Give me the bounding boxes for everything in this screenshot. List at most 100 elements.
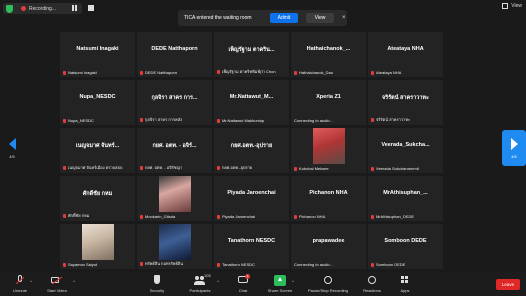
pause-stop-recording-button[interactable]: Pause/Stop Recording bbox=[308, 275, 348, 293]
record-dot-icon bbox=[21, 6, 26, 11]
participant-tile[interactable]: DEDE Natthaporn DEDE Natthaporn bbox=[137, 32, 212, 77]
participant-label: กุลจิรา สาคร การคลัง bbox=[140, 116, 210, 123]
participant-label: Connecting to audio... bbox=[294, 118, 364, 123]
share-screen-button[interactable]: Share Screen bbox=[260, 275, 300, 293]
microphone-muted-icon bbox=[63, 118, 66, 123]
participant-label: ศักดิ์ชัย กหม bbox=[63, 212, 133, 219]
participant-tile[interactable]: ทรัพย์สิน กอทรรัพย์สิน bbox=[137, 224, 212, 269]
microphone-muted-icon bbox=[217, 118, 220, 123]
participant-tile[interactable]: เพ็ญรัฐาม ตาคริน... เพ็ญรัฐาม ตาคริทพิมพ์… bbox=[214, 32, 289, 77]
participant-tile[interactable]: จริรัตน์ สาคราวาทะ จริรัตน์ สาคราวาทะ bbox=[368, 80, 443, 125]
participant-tile[interactable]: MrAthisuphan_... MrAthisuphan_DEDE bbox=[368, 176, 443, 221]
chevron-right-icon bbox=[510, 137, 518, 150]
participant-label-text: Connecting to audio... bbox=[294, 118, 333, 123]
participant-label: Mr.Nattawut Makhuntup bbox=[217, 118, 287, 123]
participant-name: กยศ.อตท.-อุปราย bbox=[230, 143, 273, 149]
participant-tile[interactable]: prapawadee Connecting to audio... bbox=[291, 224, 366, 269]
participant-name: ศักดิ์ชัย กหม bbox=[82, 191, 113, 197]
view-waiting-room-button[interactable]: View bbox=[306, 13, 334, 23]
participant-tile[interactable]: Somboon DEDE Somboon DEDE bbox=[368, 224, 443, 269]
participant-tile[interactable]: Xperia Z1 Connecting to audio... bbox=[291, 80, 366, 125]
participant-label-text: กยศ. อตท. - อจิรัชญา bbox=[145, 165, 183, 170]
security-label: Security bbox=[149, 288, 165, 293]
participant-tile[interactable]: Nupa_NESDC Nupa_NESDC bbox=[60, 80, 135, 125]
participant-tile[interactable]: Mr.Nattawut_M... Mr.Nattawut Makhuntup bbox=[214, 80, 289, 125]
previous-page-button[interactable]: 4/5 bbox=[0, 130, 24, 166]
participant-tile[interactable]: ศักดิ์ชัย กหม ศักดิ์ชัย กหม bbox=[60, 176, 135, 221]
microphone-muted-icon bbox=[294, 166, 297, 171]
microphone-muted-icon bbox=[14, 275, 26, 286]
participant-tile[interactable]: Piyada Jaroenchai Piyada Jaroenchai bbox=[214, 176, 289, 221]
admit-button[interactable]: Admit bbox=[270, 13, 298, 23]
leave-button[interactable]: Leave bbox=[496, 279, 520, 290]
participant-name: Nupa_NESDC bbox=[79, 94, 116, 100]
participant-label: MrAthisuphan_DEDE bbox=[371, 214, 441, 219]
participant-name: Mr.Nattawut_M... bbox=[229, 94, 274, 100]
participant-label-text: เพ็ญรัฐาม ตาคริทพิมพ์(TI Chon bbox=[222, 69, 276, 74]
participant-name: Tanathorn NESDC bbox=[227, 238, 276, 244]
participant-label-text: จริรัตน์ สาคราวาทะ bbox=[376, 117, 411, 122]
security-button[interactable]: Security bbox=[137, 275, 177, 293]
participant-tile[interactable]: กุลจิรา สาคร การ... กุลจิรา สาคร การคลัง bbox=[137, 80, 212, 125]
participant-label: Nupa_NESDC bbox=[63, 118, 133, 123]
microphone-muted-icon bbox=[217, 69, 220, 74]
participant-label-text: Nupa_NESDC bbox=[68, 118, 94, 123]
participant-tile[interactable]: Ateataya NHA Ateataya NHA bbox=[368, 32, 443, 77]
microphone-muted-icon bbox=[217, 165, 220, 170]
participant-name: กยศ. อตท. - อจิร์... bbox=[152, 143, 197, 149]
participant-name: Somboon DEDE bbox=[384, 238, 427, 244]
participant-tile[interactable]: Mookarin_Gitsda bbox=[137, 176, 212, 221]
participant-label: Sayamon Saiyot bbox=[63, 262, 133, 267]
participant-label: เนญจมาศ จันทร์เมือง ตรวจสอบ bbox=[63, 164, 133, 171]
smiley-icon bbox=[366, 275, 378, 286]
page-indicator: 4/5 bbox=[511, 153, 517, 159]
participant-name: Pichanon NHA bbox=[309, 190, 348, 196]
participants-button[interactable]: 105 Participants bbox=[180, 273, 220, 293]
video-options-caret[interactable]: ^ bbox=[73, 279, 75, 284]
participant-label-text: Connecting to audio... bbox=[294, 262, 333, 267]
participant-tile[interactable]: Natsumi Inagaki Natsumi Inagaki bbox=[60, 32, 135, 77]
participant-tile[interactable]: Veerada_Sukcha... Veerada Sukcharoenmit bbox=[368, 128, 443, 173]
view-button[interactable]: View bbox=[502, 3, 522, 9]
participant-label-text: Sayamon Saiyot bbox=[68, 262, 98, 267]
participant-tile[interactable]: Pichanon NHA Pichanon NHA bbox=[291, 176, 366, 221]
recording-label: Recording... bbox=[29, 5, 56, 12]
apps-button[interactable]: Apps bbox=[385, 275, 425, 293]
chat-icon: 2 bbox=[237, 274, 250, 286]
participants-label: Participants bbox=[189, 288, 211, 293]
microphone-muted-icon bbox=[140, 214, 143, 219]
notification-message: TICA entered the waiting room bbox=[184, 15, 252, 21]
participant-label-text: MrAthisuphan_DEDE bbox=[376, 214, 415, 219]
participant-label: Mookarin_Gitsda bbox=[140, 214, 210, 219]
unmute-label: Unmute bbox=[12, 288, 27, 293]
microphone-muted-icon bbox=[63, 262, 66, 267]
participant-tile[interactable]: กยศ.อตท.-อุปราย กยศ.อตท.-อุปราย bbox=[214, 128, 289, 173]
next-page-button[interactable]: 4/5 bbox=[502, 130, 526, 166]
participant-tile[interactable]: เนญจมาศ จันทร์... เนญจมาศ จันทร์เมือง ตรว… bbox=[60, 128, 135, 173]
participant-video bbox=[159, 224, 191, 260]
close-icon[interactable]: × bbox=[342, 15, 346, 21]
unmute-button[interactable]: Unmute bbox=[0, 275, 40, 293]
participant-label: กยศ. อตท. - อจิรัชญา bbox=[140, 164, 210, 171]
participant-label-text: Natsumi Inagaki bbox=[68, 70, 97, 75]
participant-label-text: Hathaichanok_Dao bbox=[299, 70, 334, 75]
participant-tile[interactable]: Tanathorn NESDC Tanathorn NESDC bbox=[214, 224, 289, 269]
start-video-button[interactable]: Start Video bbox=[37, 275, 77, 293]
microphone-muted-icon bbox=[371, 214, 374, 219]
participant-name: เนญจมาศ จันทร์... bbox=[75, 143, 120, 149]
participant-tile[interactable]: กยศ. อตท. - อจิร์... กยศ. อตท. - อจิรัชญา bbox=[137, 128, 212, 173]
pause-recording-icon[interactable] bbox=[71, 4, 79, 12]
audio-options-caret[interactable]: ^ bbox=[30, 279, 32, 284]
participant-name: Hathaichanok_... bbox=[306, 46, 351, 52]
participant-name: Natsumi Inagaki bbox=[76, 46, 119, 52]
stop-recording-icon[interactable] bbox=[87, 4, 95, 12]
chat-button[interactable]: 2 Chat bbox=[223, 274, 263, 293]
participant-label-text: Somboon DEDE bbox=[376, 262, 406, 267]
share-options-caret[interactable]: ^ bbox=[292, 279, 294, 284]
participant-label: Tanathorn NESDC bbox=[217, 262, 287, 267]
participant-tile[interactable]: Sayamon Saiyot bbox=[60, 224, 135, 269]
participants-options-caret[interactable]: ^ bbox=[217, 279, 219, 284]
participant-tile[interactable]: Kobchai Meksee bbox=[291, 128, 366, 173]
participant-tile[interactable]: Hathaichanok_... Hathaichanok_Dao bbox=[291, 32, 366, 77]
participant-label: Hathaichanok_Dao bbox=[294, 70, 364, 75]
